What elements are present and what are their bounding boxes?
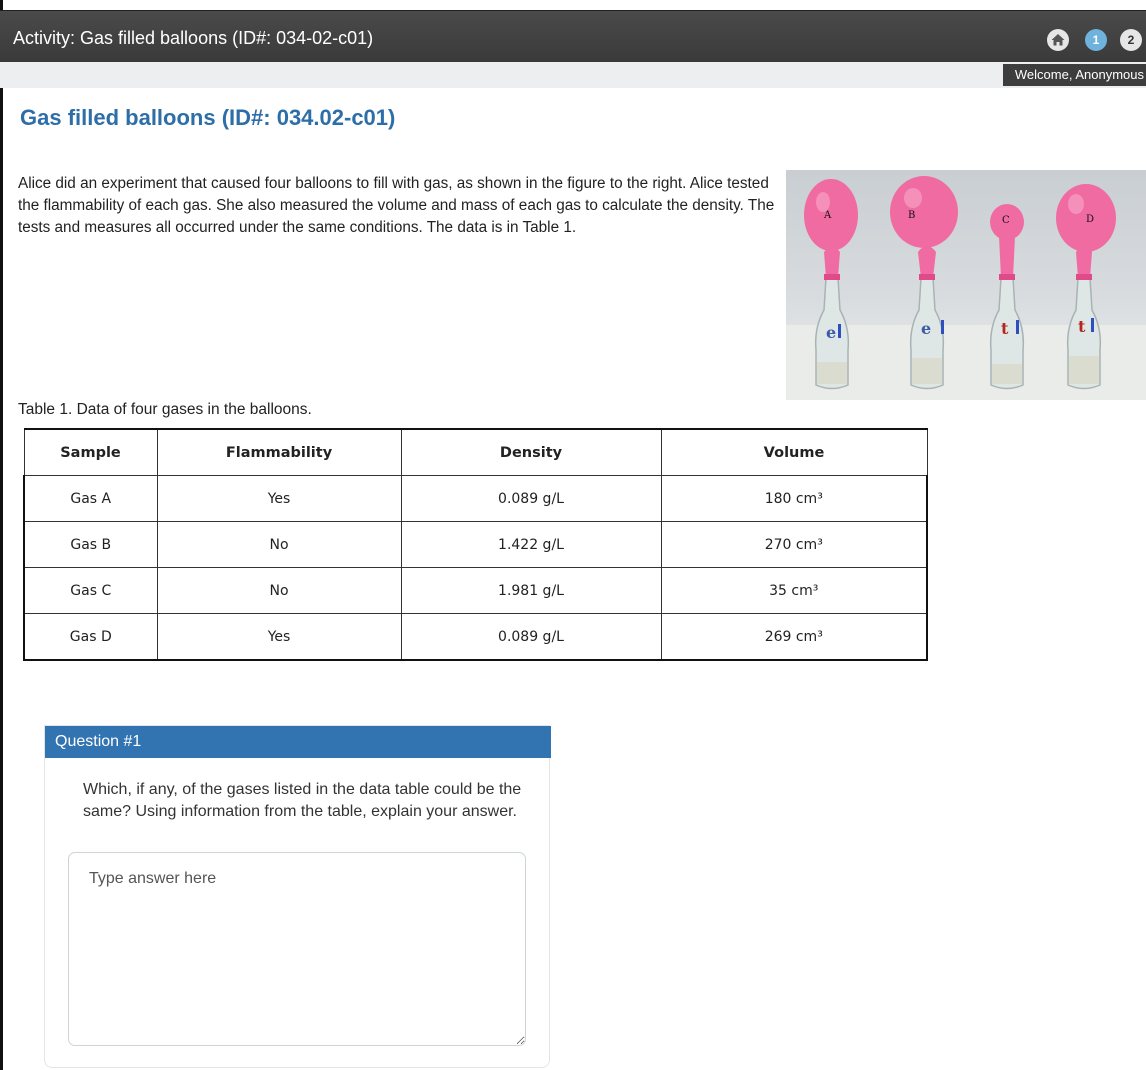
balloon-label-b: B <box>908 210 916 221</box>
cell-volume: 269 cm³ <box>660 613 928 661</box>
header-volume: Volume <box>660 428 928 476</box>
svg-text:e: e <box>826 323 836 342</box>
svg-text:t: t <box>1001 319 1009 338</box>
header-sample: Sample <box>23 428 158 476</box>
table-row: Gas B No 1.422 g/L 270 cm³ <box>23 521 928 568</box>
cell-flammability: Yes <box>156 475 402 522</box>
cell-density: 1.981 g/L <box>400 567 662 614</box>
cell-flammability: No <box>156 567 402 614</box>
cell-sample: Gas C <box>23 567 158 614</box>
table-header-row: Sample Flammability Density Volume <box>23 428 928 476</box>
balloon-label-d: D <box>1086 214 1095 225</box>
home-button[interactable] <box>1047 29 1069 51</box>
balloons-illustration: e e t t <box>786 176 1146 400</box>
balloons-photo: e e t t A B C D <box>786 170 1146 400</box>
question-panel: Question #1 Which, if any, of the gases … <box>44 725 551 1068</box>
intro-paragraph: Alice did an experiment that caused four… <box>18 175 775 236</box>
question-text: Which, if any, of the gases listed in th… <box>83 781 522 820</box>
cell-sample: Gas B <box>23 521 158 568</box>
page-2-button[interactable]: 2 <box>1120 29 1142 51</box>
header-density: Density <box>400 428 662 476</box>
cell-density: 0.089 g/L <box>400 475 662 522</box>
cell-flammability: No <box>156 521 402 568</box>
cell-volume: 35 cm³ <box>660 567 928 614</box>
balloon-label-a: A <box>824 210 832 221</box>
top-bar: Activity: Gas filled balloons (ID#: 034-… <box>0 10 1146 62</box>
table-row: Gas C No 1.981 g/L 35 cm³ <box>23 567 928 614</box>
gas-data-table: Sample Flammability Density Volume Gas A… <box>23 428 928 661</box>
cell-density: 1.422 g/L <box>400 521 662 568</box>
table-row: Gas A Yes 0.089 g/L 180 cm³ <box>23 475 928 522</box>
cell-density: 0.089 g/L <box>400 613 662 661</box>
header-flammability: Flammability <box>156 428 402 476</box>
svg-text:t: t <box>1078 317 1086 336</box>
svg-text:e: e <box>921 319 931 338</box>
cell-volume: 180 cm³ <box>660 475 928 522</box>
balloon-label-c: C <box>1002 215 1010 226</box>
page-title: Gas filled balloons (ID#: 034.02-c01) <box>20 105 396 130</box>
table-row: Gas D Yes 0.089 g/L 269 cm³ <box>23 613 928 661</box>
answer-input[interactable] <box>68 852 526 1046</box>
table-caption: Table 1. Data of four gases in the ballo… <box>18 401 312 418</box>
home-icon <box>1051 34 1065 46</box>
sub-bar <box>0 62 1146 88</box>
activity-title: Activity: Gas filled balloons (ID#: 034-… <box>13 28 374 48</box>
cell-volume: 270 cm³ <box>660 521 928 568</box>
welcome-badge: Welcome, Anonymous <box>1002 64 1146 86</box>
cell-sample: Gas A <box>23 475 158 522</box>
page-1-button[interactable]: 1 <box>1085 29 1107 51</box>
cell-sample: Gas D <box>23 613 158 661</box>
question-header: Question #1 <box>45 726 551 758</box>
cell-flammability: Yes <box>156 613 402 661</box>
